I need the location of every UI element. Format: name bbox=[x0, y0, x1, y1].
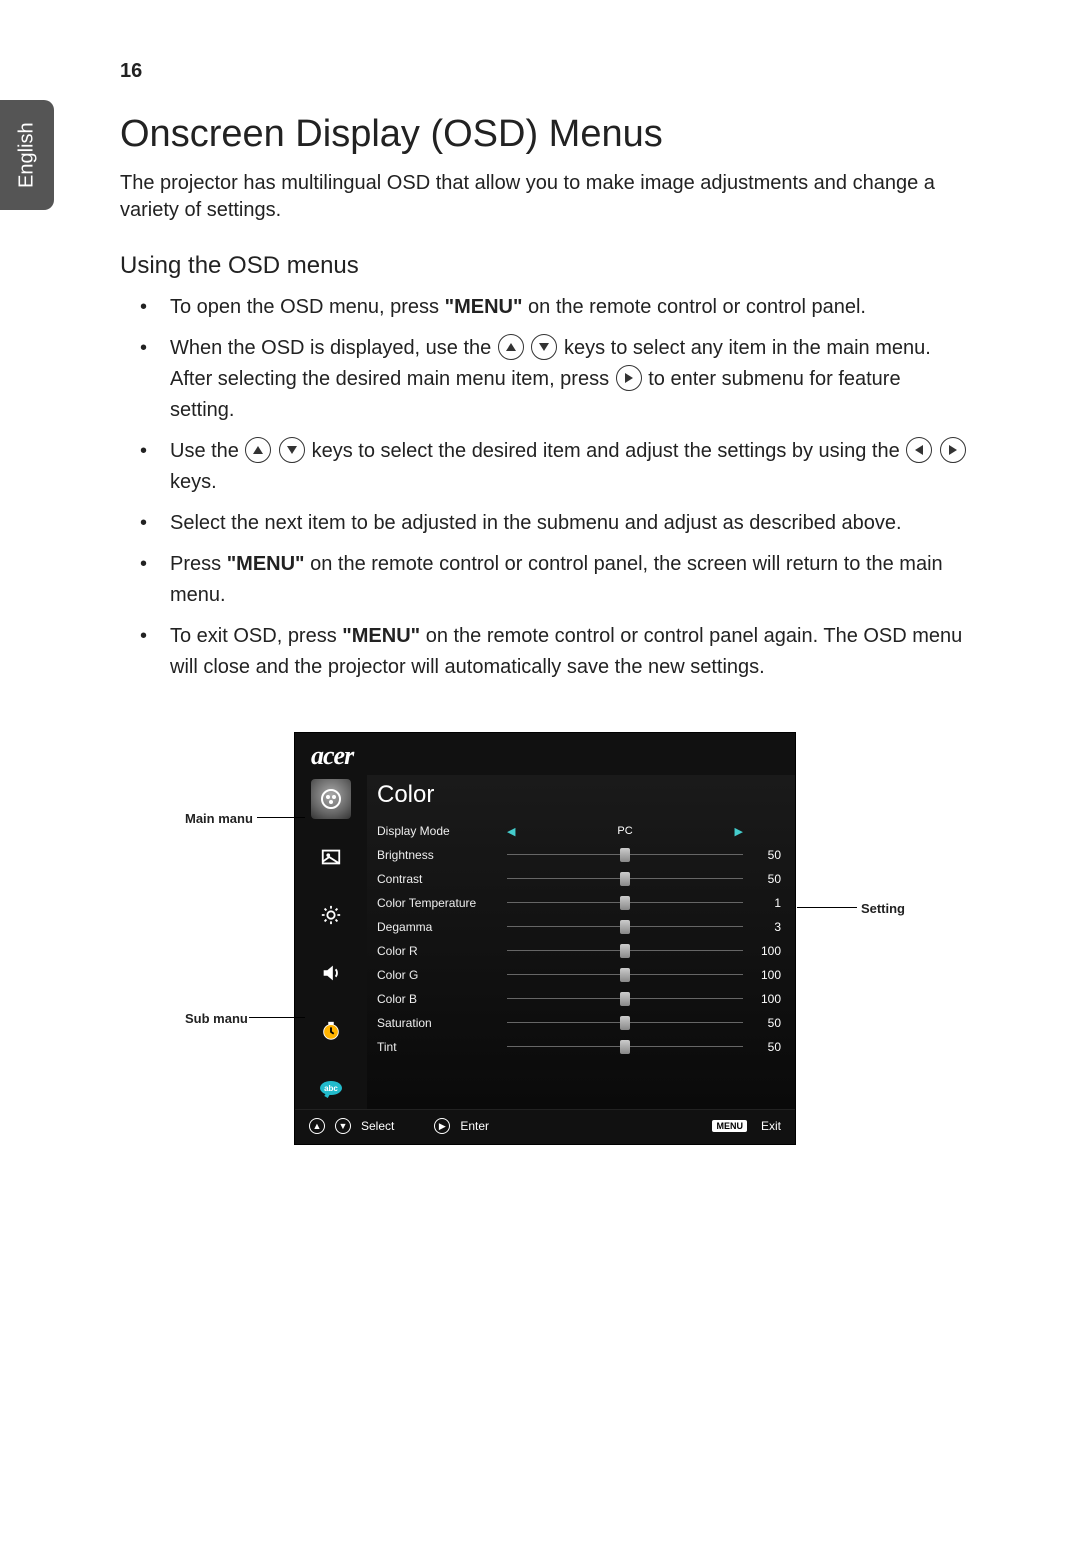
osd-panel: acer bbox=[295, 733, 795, 1144]
menu-language-icon[interactable]: abc bbox=[311, 1069, 351, 1109]
right-icon: ▶ bbox=[434, 1118, 450, 1134]
osd-slider[interactable] bbox=[507, 972, 743, 978]
osd-setting-row[interactable]: Tint 50 bbox=[377, 1035, 781, 1059]
subheading: Using the OSD menus bbox=[120, 252, 970, 280]
footer-enter: Enter bbox=[460, 1119, 489, 1133]
osd-slider[interactable] bbox=[507, 900, 743, 906]
osd-setting-label: Color B bbox=[377, 992, 507, 1006]
footer-exit: Exit bbox=[761, 1119, 781, 1133]
osd-setting-label: Brightness bbox=[377, 848, 507, 862]
osd-setting-row[interactable]: Display Mode◀PC▶ bbox=[377, 819, 781, 843]
osd-setting-label: Color R bbox=[377, 944, 507, 958]
list-item: When the OSD is displayed, use the keys … bbox=[140, 333, 970, 426]
list-item: Use the keys to select the desired item … bbox=[140, 436, 970, 498]
osd-setting-label: Contrast bbox=[377, 872, 507, 886]
osd-title: Color bbox=[377, 781, 781, 809]
menu-audio-icon[interactable] bbox=[311, 953, 351, 993]
osd-setting-row[interactable]: Contrast 50 bbox=[377, 867, 781, 891]
osd-setting-label: Tint bbox=[377, 1040, 507, 1054]
list-item: Select the next item to be adjusted in t… bbox=[140, 508, 970, 539]
osd-slider[interactable] bbox=[507, 948, 743, 954]
menu-management-icon[interactable] bbox=[311, 895, 351, 935]
osd-slider[interactable] bbox=[507, 1044, 743, 1050]
menu-color-icon[interactable] bbox=[311, 779, 351, 819]
osd-setting-value: 1 bbox=[743, 896, 781, 910]
osd-select[interactable]: ◀PC▶ bbox=[507, 825, 743, 838]
osd-slider[interactable] bbox=[507, 924, 743, 930]
up-key-icon bbox=[245, 437, 271, 463]
intro-text: The projector has multilingual OSD that … bbox=[120, 170, 970, 224]
osd-slider[interactable] bbox=[507, 1020, 743, 1026]
osd-setting-label: Color Temperature bbox=[377, 896, 507, 910]
osd-setting-value: 3 bbox=[743, 920, 781, 934]
osd-logo: acer bbox=[295, 733, 795, 775]
up-down-icon: ▼ bbox=[335, 1118, 351, 1134]
osd-setting-row[interactable]: Degamma 3 bbox=[377, 915, 781, 939]
callout-main-menu: Main manu bbox=[185, 811, 253, 826]
down-key-icon bbox=[279, 437, 305, 463]
instruction-list: To open the OSD menu, press "MENU" on th… bbox=[120, 292, 970, 683]
menu-image-icon[interactable] bbox=[311, 837, 351, 877]
osd-slider[interactable] bbox=[507, 876, 743, 882]
menu-key-icon: MENU bbox=[712, 1120, 747, 1132]
osd-setting-label: Display Mode bbox=[377, 824, 507, 838]
page-number: 16 bbox=[120, 60, 970, 83]
right-key-icon bbox=[940, 437, 966, 463]
osd-footer: ▲ ▼ Select ▶ Enter MENU Exit bbox=[295, 1109, 795, 1144]
page-title: Onscreen Display (OSD) Menus bbox=[120, 113, 970, 156]
osd-setting-label: Degamma bbox=[377, 920, 507, 934]
list-item: To exit OSD, press "MENU" on the remote … bbox=[140, 621, 970, 683]
right-key-icon bbox=[616, 365, 642, 391]
up-down-icon: ▲ bbox=[309, 1118, 325, 1134]
footer-select: Select bbox=[361, 1119, 394, 1133]
svg-text:abc: abc bbox=[324, 1084, 338, 1093]
osd-slider[interactable] bbox=[507, 996, 743, 1002]
language-tab: English bbox=[0, 100, 54, 210]
osd-setting-label: Color G bbox=[377, 968, 507, 982]
osd-setting-row[interactable]: Color R 100 bbox=[377, 939, 781, 963]
osd-main-menu: abc bbox=[295, 775, 367, 1109]
osd-setting-value: 50 bbox=[743, 1040, 781, 1054]
list-item: Press "MENU" on the remote control or co… bbox=[140, 549, 970, 611]
menu-timer-icon[interactable] bbox=[311, 1011, 351, 1051]
osd-setting-value: 50 bbox=[743, 848, 781, 862]
osd-setting-value: 50 bbox=[743, 1016, 781, 1030]
callout-setting: Setting bbox=[861, 901, 905, 916]
osd-figure: Main manu Sub manu Setting acer bbox=[120, 733, 970, 1144]
osd-slider[interactable] bbox=[507, 852, 743, 858]
osd-setting-row[interactable]: Color Temperature 1 bbox=[377, 891, 781, 915]
callout-sub-menu: Sub manu bbox=[185, 1011, 248, 1026]
osd-setting-value: 100 bbox=[743, 944, 781, 958]
osd-submenu: Color Display Mode◀PC▶Brightness50Contra… bbox=[367, 775, 795, 1109]
down-key-icon bbox=[531, 334, 557, 360]
osd-setting-value: 100 bbox=[743, 992, 781, 1006]
left-key-icon bbox=[906, 437, 932, 463]
osd-setting-row[interactable]: Color B 100 bbox=[377, 987, 781, 1011]
osd-setting-row[interactable]: Brightness 50 bbox=[377, 843, 781, 867]
osd-setting-label: Saturation bbox=[377, 1016, 507, 1030]
list-item: To open the OSD menu, press "MENU" on th… bbox=[140, 292, 970, 323]
osd-setting-value: 50 bbox=[743, 872, 781, 886]
up-key-icon bbox=[498, 334, 524, 360]
osd-setting-value: 100 bbox=[743, 968, 781, 982]
osd-setting-row[interactable]: Saturation 50 bbox=[377, 1011, 781, 1035]
osd-setting-row[interactable]: Color G 100 bbox=[377, 963, 781, 987]
